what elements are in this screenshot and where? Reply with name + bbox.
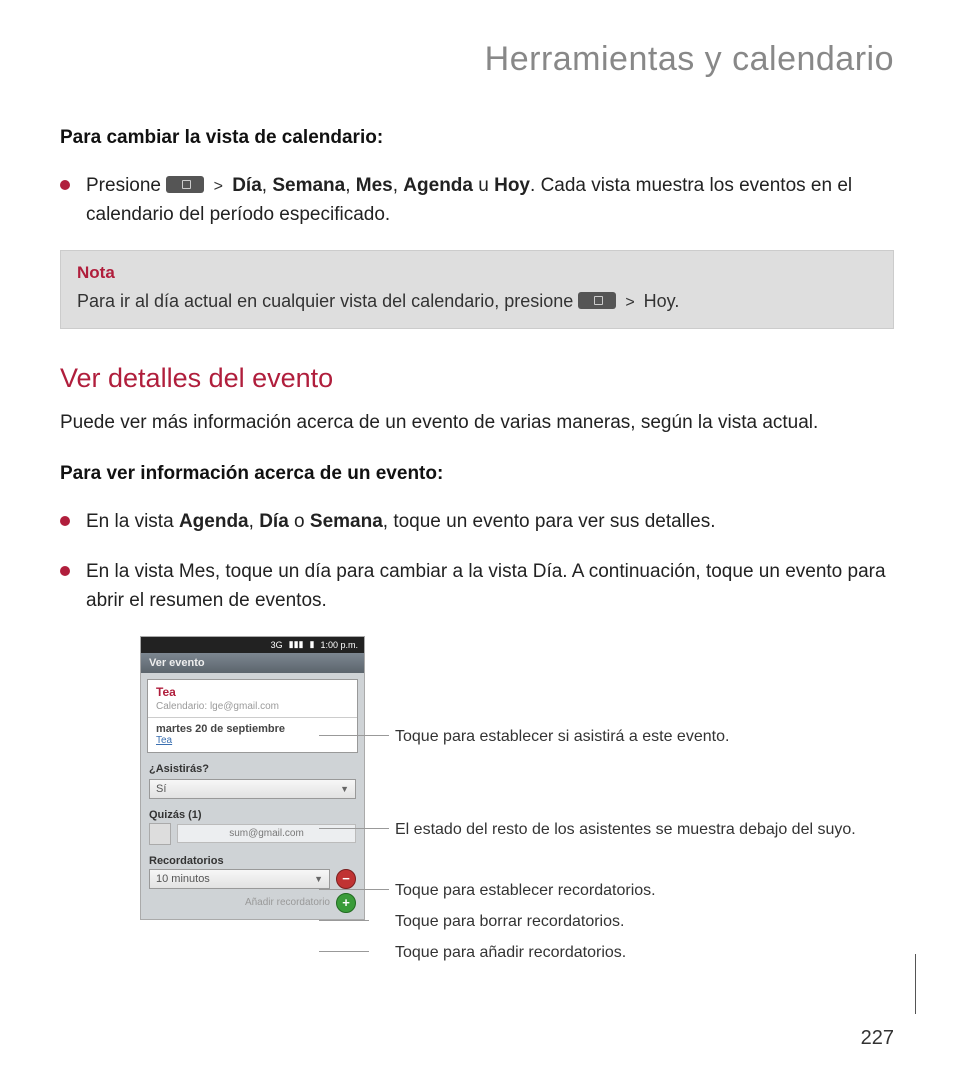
- chevron-down-icon: ▼: [314, 874, 323, 884]
- section-title: Ver detalles del evento: [60, 363, 894, 394]
- text: Presione: [86, 175, 166, 196]
- gt-icon: >: [621, 294, 638, 311]
- add-reminder-button[interactable]: +: [336, 893, 356, 913]
- opt-agenda: Agenda: [179, 511, 249, 532]
- signal-icon: ▮▮▮: [289, 639, 304, 650]
- callout-attendees-status: El estado del resto de los asistentes se…: [365, 819, 856, 841]
- gt-icon: >: [210, 178, 227, 195]
- callout-add-reminder: Toque para añadir recordatorios.: [365, 942, 626, 964]
- note-text: Para ir al día actual en cualquier vista…: [77, 291, 877, 312]
- status-time: 1:00 p.m.: [320, 640, 358, 650]
- remove-reminder-button[interactable]: −: [336, 869, 356, 889]
- note-label: Nota: [77, 263, 877, 283]
- opt-semana: Semana: [310, 511, 383, 532]
- add-reminder-label: Añadir recordatorio: [245, 897, 330, 908]
- menu-key-icon: [578, 292, 616, 309]
- reminder-dropdown[interactable]: 10 minutos ▼: [149, 869, 330, 889]
- opt-dia: Día: [259, 511, 289, 532]
- status-bar: 3G ▮▮▮ ▮ 1:00 p.m.: [141, 637, 364, 653]
- callout-attend: Toque para establecer si asistirá a este…: [365, 726, 729, 748]
- avatar: [149, 823, 171, 845]
- subheading-change-view: Para cambiar la vista de calendario:: [60, 127, 894, 149]
- attend-value: Sí: [156, 783, 166, 795]
- page-title: Herramientas y calendario: [60, 40, 894, 79]
- attend-dropdown[interactable]: Sí ▼: [149, 779, 356, 799]
- callouts: Toque para establecer si asistirá a este…: [365, 636, 894, 720]
- reminders-label: Recordatorios: [141, 851, 364, 869]
- callout-set-reminder: Toque para establecer recordatorios.: [365, 880, 656, 902]
- network-icon: 3G: [271, 640, 283, 650]
- maybe-label: Quizás (1): [141, 805, 364, 823]
- reminder-value: 10 minutos: [156, 873, 210, 885]
- opt-dia: Día: [232, 175, 262, 196]
- battery-icon: ▮: [310, 639, 315, 650]
- opt-hoy: Hoy: [494, 175, 530, 196]
- event-card: Tea Calendario: lge@gmail.com martes 20 …: [147, 679, 358, 753]
- bullet-month-view: En la vista Mes, toque un día para cambi…: [60, 557, 894, 616]
- app-bar-title: Ver evento: [141, 653, 364, 673]
- event-title: Tea: [156, 685, 349, 699]
- page-number: 227: [861, 1027, 894, 1050]
- opt-mes: Mes: [356, 175, 393, 196]
- event-link[interactable]: Tea: [156, 735, 349, 746]
- menu-key-icon: [166, 176, 204, 193]
- bullet-press-view: Presione > Día, Semana, Mes, Agenda u Ho…: [60, 171, 894, 230]
- opt-agenda: Agenda: [403, 175, 473, 196]
- bullet-agenda-day-week: En la vista Agenda, Día o Semana, toque …: [60, 507, 894, 536]
- section-paragraph: Puede ver más información acerca de un e…: [60, 408, 894, 437]
- subheading-view-info: Para ver información acerca de un evento…: [60, 463, 894, 485]
- event-calendar: Calendario: lge@gmail.com: [156, 701, 349, 712]
- event-date: martes 20 de septiembre: [156, 723, 349, 735]
- phone-screenshot: 3G ▮▮▮ ▮ 1:00 p.m. Ver evento Tea Calend…: [140, 636, 365, 920]
- attendee-row: sum@gmail.com: [149, 823, 356, 845]
- chevron-down-icon: ▼: [340, 784, 349, 794]
- side-rule: [915, 954, 916, 1014]
- figure-event-detail: 3G ▮▮▮ ▮ 1:00 p.m. Ver evento Tea Calend…: [140, 636, 894, 920]
- note-box: Nota Para ir al día actual en cualquier …: [60, 250, 894, 329]
- attend-label: ¿Asistirás?: [141, 759, 364, 777]
- callout-delete-reminder: Toque para borrar recordatorios.: [365, 911, 624, 933]
- opt-semana: Semana: [272, 175, 345, 196]
